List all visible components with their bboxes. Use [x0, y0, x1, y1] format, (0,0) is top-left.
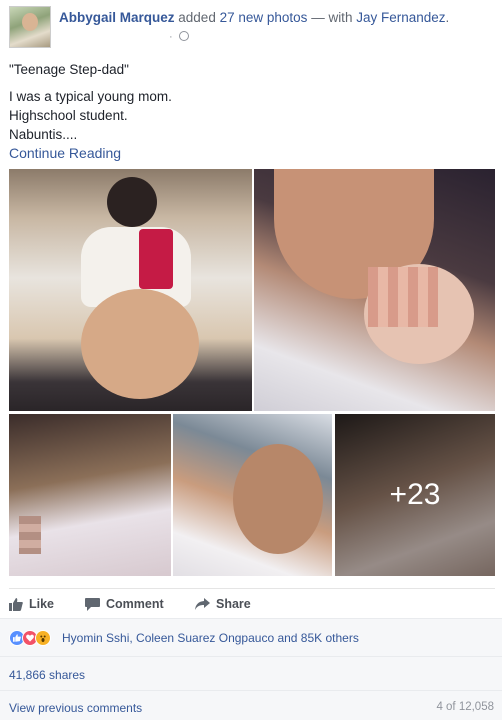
continue-reading-link[interactable]: Continue Reading [9, 145, 121, 161]
wow-reaction-icon [35, 630, 51, 646]
like-label: Like [29, 597, 55, 611]
more-photos-overlay[interactable]: +23 [335, 414, 495, 576]
globe-icon[interactable] [178, 31, 189, 41]
action-bar: Like Comment Share [9, 588, 495, 618]
tagged-user-link[interactable]: Jay Fernandez [356, 10, 445, 25]
shares-bar: 41,866 shares [0, 656, 502, 690]
with-text: — with [311, 10, 353, 25]
post-meta: · [169, 31, 189, 43]
photo-3[interactable] [9, 414, 171, 576]
post-header: Abbygail Marquez added 27 new photos — w… [9, 6, 495, 50]
like-button[interactable]: Like [9, 597, 54, 611]
thumbs-up-icon [9, 597, 23, 611]
photo-5-more[interactable]: +23 [335, 414, 495, 576]
post-line-1: I was a typical young mom. [9, 89, 172, 104]
headline-period: . [445, 10, 450, 25]
comment-button[interactable]: Comment [85, 597, 164, 611]
comment-bubble-icon [85, 597, 100, 611]
photo-1[interactable] [9, 169, 252, 411]
post-title: "Teenage Step-dad" [9, 62, 129, 77]
share-arrow-icon [195, 598, 210, 610]
post-line-2: Highschool student. [9, 108, 128, 123]
action-prefix: added [178, 10, 216, 25]
shares-count-link[interactable]: 41,866 shares [9, 668, 85, 682]
reaction-icons[interactable] [9, 630, 51, 646]
share-label: Share [216, 597, 251, 611]
author-name-link[interactable]: Abbygail Marquez [59, 10, 175, 25]
post-text: "Teenage Step-dad" I was a typical young… [9, 60, 489, 163]
new-photos-link[interactable]: 27 new photos [220, 10, 308, 25]
photo-4[interactable] [173, 414, 332, 576]
photo-grid: +23 [9, 169, 495, 576]
post-line-3: Nabuntis.... [9, 127, 78, 142]
reactions-bar: Hyomin Sshi, Coleen Suarez Ongpauco and … [0, 618, 502, 656]
post-headline: Abbygail Marquez added 27 new photos — w… [59, 10, 449, 25]
author-avatar[interactable] [9, 6, 51, 48]
share-button[interactable]: Share [195, 597, 251, 611]
reactions-summary-link[interactable]: Hyomin Sshi, Coleen Suarez Ongpauco and … [62, 631, 359, 645]
comment-label: Comment [106, 597, 164, 611]
comments-count: 4 of 12,058 [436, 701, 494, 713]
view-previous-comments-link[interactable]: View previous comments [9, 701, 142, 715]
dot-separator: · [169, 31, 173, 43]
comments-bar: View previous comments 4 of 12,058 [0, 690, 502, 720]
photo-2[interactable] [254, 169, 495, 411]
